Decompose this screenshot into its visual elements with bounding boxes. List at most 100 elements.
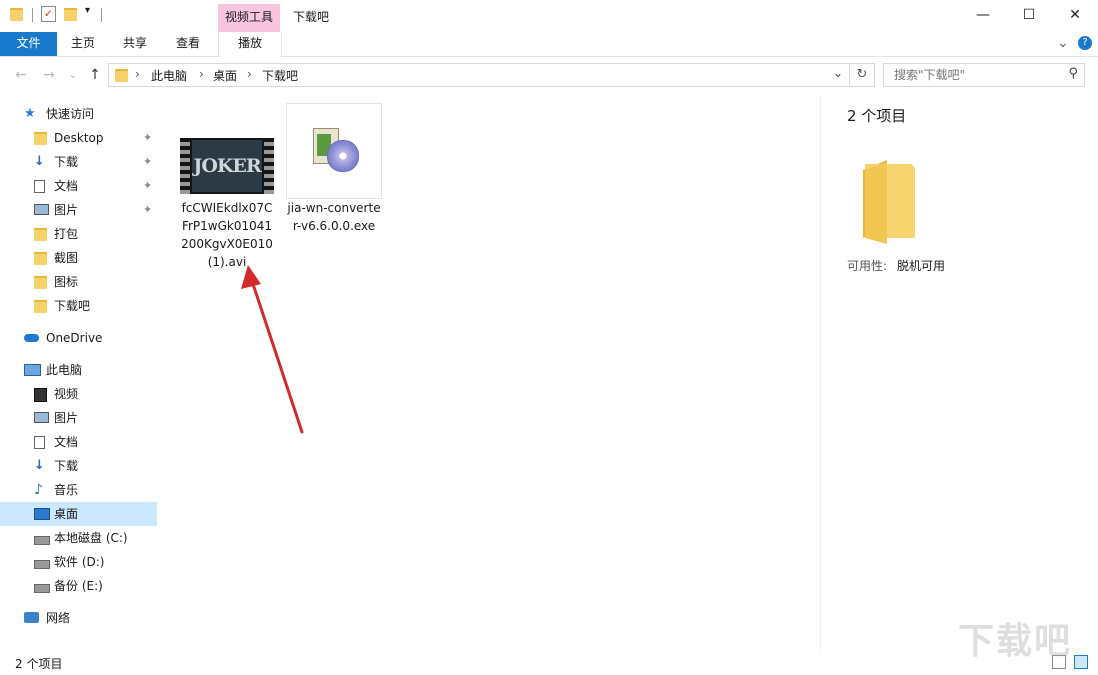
film-perforations <box>180 138 190 194</box>
film-perforations <box>264 138 274 194</box>
address-bar[interactable]: › 此电脑 › 桌面 › 下载吧 ⌄ <box>108 63 850 87</box>
breadcrumb-current[interactable]: 下载吧 <box>262 67 298 84</box>
maximize-button[interactable]: ☐ <box>1006 0 1052 32</box>
availability-value: 脱机可用 <box>897 259 946 273</box>
sidebar-item-label: 本地磁盘 (C:) <box>54 531 128 545</box>
sidebar-item-label: 桌面 <box>54 507 79 521</box>
tab-play[interactable]: 播放 <box>218 32 282 57</box>
file-name[interactable]: jia-wn-converter-v6.6.0.0.exe <box>286 199 382 235</box>
sidebar-item-drive-e[interactable]: 备份 (E:) <box>0 574 157 598</box>
large-icons-view-icon[interactable] <box>1074 655 1088 669</box>
sidebar-item-quick-access[interactable]: ★ 快速访问 <box>0 102 157 126</box>
sidebar-item-label: 文档 <box>54 435 79 449</box>
star-icon: ★ <box>24 106 36 121</box>
sidebar-item-label: 音乐 <box>54 483 79 497</box>
sidebar-item-label: 文档 <box>54 179 79 193</box>
tab-share[interactable]: 共享 <box>114 32 156 56</box>
sidebar-item-label: 图标 <box>54 275 79 289</box>
item-count: 2 个项目 <box>847 107 907 125</box>
folder-icon <box>10 8 23 21</box>
annotation-arrow <box>241 265 304 434</box>
breadcrumb-separator[interactable]: › <box>199 67 204 81</box>
pin-icon[interactable]: ✦ <box>143 150 152 174</box>
sidebar-item-onedrive[interactable]: OneDrive <box>0 326 157 350</box>
tab-view[interactable]: 查看 <box>167 32 209 56</box>
breadcrumb-separator[interactable]: › <box>135 67 140 81</box>
properties-icon[interactable]: ✓ <box>41 6 56 22</box>
tab-home[interactable]: 主页 <box>62 32 104 56</box>
sidebar-item-documents[interactable]: 文档 ✦ <box>0 174 157 198</box>
pin-icon[interactable]: ✦ <box>143 174 152 198</box>
search-icon[interactable]: ⚲ <box>1068 66 1078 81</box>
close-button[interactable]: ✕ <box>1052 0 1098 32</box>
pin-icon[interactable]: ✦ <box>143 126 152 150</box>
new-folder-icon[interactable] <box>64 8 77 21</box>
sidebar-item-drive-c[interactable]: 本地磁盘 (C:) <box>0 526 157 550</box>
sidebar-item-label: 打包 <box>54 227 79 241</box>
ribbon-tabs <box>0 32 1098 57</box>
document-icon <box>34 180 45 193</box>
folder-icon <box>34 252 47 265</box>
sidebar-item-pc-documents[interactable]: 文档 <box>0 430 157 454</box>
sidebar-item-screenshots[interactable]: 截图 <box>0 246 157 270</box>
thumbnail-text: JOKER <box>192 140 262 192</box>
sidebar-item-pc-pictures[interactable]: 图片 <box>0 406 157 430</box>
forward-button[interactable]: → <box>40 66 58 84</box>
folder-icon <box>115 69 128 82</box>
sidebar-item-label: 快速访问 <box>46 107 95 121</box>
sidebar-item-label: 下载吧 <box>54 299 91 313</box>
document-icon <box>34 436 45 449</box>
tab-file[interactable]: 文件 <box>0 32 57 56</box>
download-icon: ↓ <box>34 154 45 169</box>
sidebar-item-label: 下载 <box>54 155 79 169</box>
recent-locations-button[interactable]: ⌄ <box>64 66 82 84</box>
search-box[interactable]: ⚲ <box>883 63 1085 87</box>
refresh-button[interactable]: ↻ <box>850 63 875 87</box>
sidebar-item-pc-desktop[interactable]: 桌面 <box>0 502 157 526</box>
arrow-head <box>241 265 261 289</box>
drive-icon <box>34 536 50 545</box>
sidebar-item-downloads[interactable]: ↓ 下载 ✦ <box>0 150 157 174</box>
sidebar-item-videos[interactable]: 视频 <box>0 382 157 406</box>
picture-icon <box>34 412 49 423</box>
minimize-button[interactable]: — <box>960 0 1006 32</box>
sidebar-item-pc-downloads[interactable]: ↓ 下载 <box>0 454 157 478</box>
sidebar-item-pictures[interactable]: 图片 ✦ <box>0 198 157 222</box>
title-bar: ✓ ▾ 视频工具 下载吧 — ☐ ✕ <box>0 0 1098 32</box>
breadcrumb-desktop[interactable]: 桌面 <box>213 67 237 84</box>
file-item-avi[interactable]: JOKER fcCWIEkdlx07CFrP1wGk01041200KgvX0E… <box>179 103 275 271</box>
customize-toolbar-icon[interactable]: ▾ <box>85 5 90 16</box>
file-item-exe[interactable]: jia-wn-converter-v6.6.0.0.exe <box>286 103 382 235</box>
sidebar-item-music[interactable]: ♪ 音乐 <box>0 478 157 502</box>
up-button[interactable]: ↑ <box>86 66 104 84</box>
download-icon: ↓ <box>34 458 45 473</box>
desktop-icon <box>34 508 50 520</box>
help-icon[interactable]: ? <box>1078 36 1092 50</box>
breadcrumb-separator[interactable]: › <box>247 67 252 81</box>
sidebar-item-drive-d[interactable]: 软件 (D:) <box>0 550 157 574</box>
sidebar-item-desktop[interactable]: Desktop ✦ <box>0 126 157 150</box>
sidebar-item-network[interactable]: 网络 <box>0 606 157 630</box>
address-dropdown-icon[interactable]: ⌄ <box>833 66 843 80</box>
picture-icon <box>34 204 49 215</box>
folder-icon <box>34 300 47 313</box>
sidebar-item-label: 图片 <box>54 203 79 217</box>
film-strip: JOKER <box>180 138 274 194</box>
folder-icon <box>34 132 47 145</box>
sidebar-item-label: 下载 <box>54 459 79 473</box>
status-item-count: 2 个项目 <box>15 657 63 671</box>
breadcrumb-this-pc[interactable]: 此电脑 <box>151 67 187 84</box>
back-button[interactable]: ← <box>12 66 30 84</box>
search-input[interactable] <box>892 64 1066 86</box>
sidebar-item-pack[interactable]: 打包 <box>0 222 157 246</box>
sidebar-item-xiazaiba[interactable]: 下载吧 <box>0 294 157 318</box>
sidebar-item-label: 网络 <box>46 611 71 625</box>
network-icon <box>24 612 39 623</box>
sidebar-item-label: OneDrive <box>46 331 103 345</box>
collapse-ribbon-icon[interactable]: ⌄ <box>1057 35 1069 51</box>
sidebar-item-icons[interactable]: 图标 <box>0 270 157 294</box>
watermark: 下载吧 <box>958 621 1073 662</box>
sidebar-item-this-pc[interactable]: 此电脑 <box>0 358 157 382</box>
music-icon: ♪ <box>34 482 43 498</box>
pin-icon[interactable]: ✦ <box>143 198 152 222</box>
